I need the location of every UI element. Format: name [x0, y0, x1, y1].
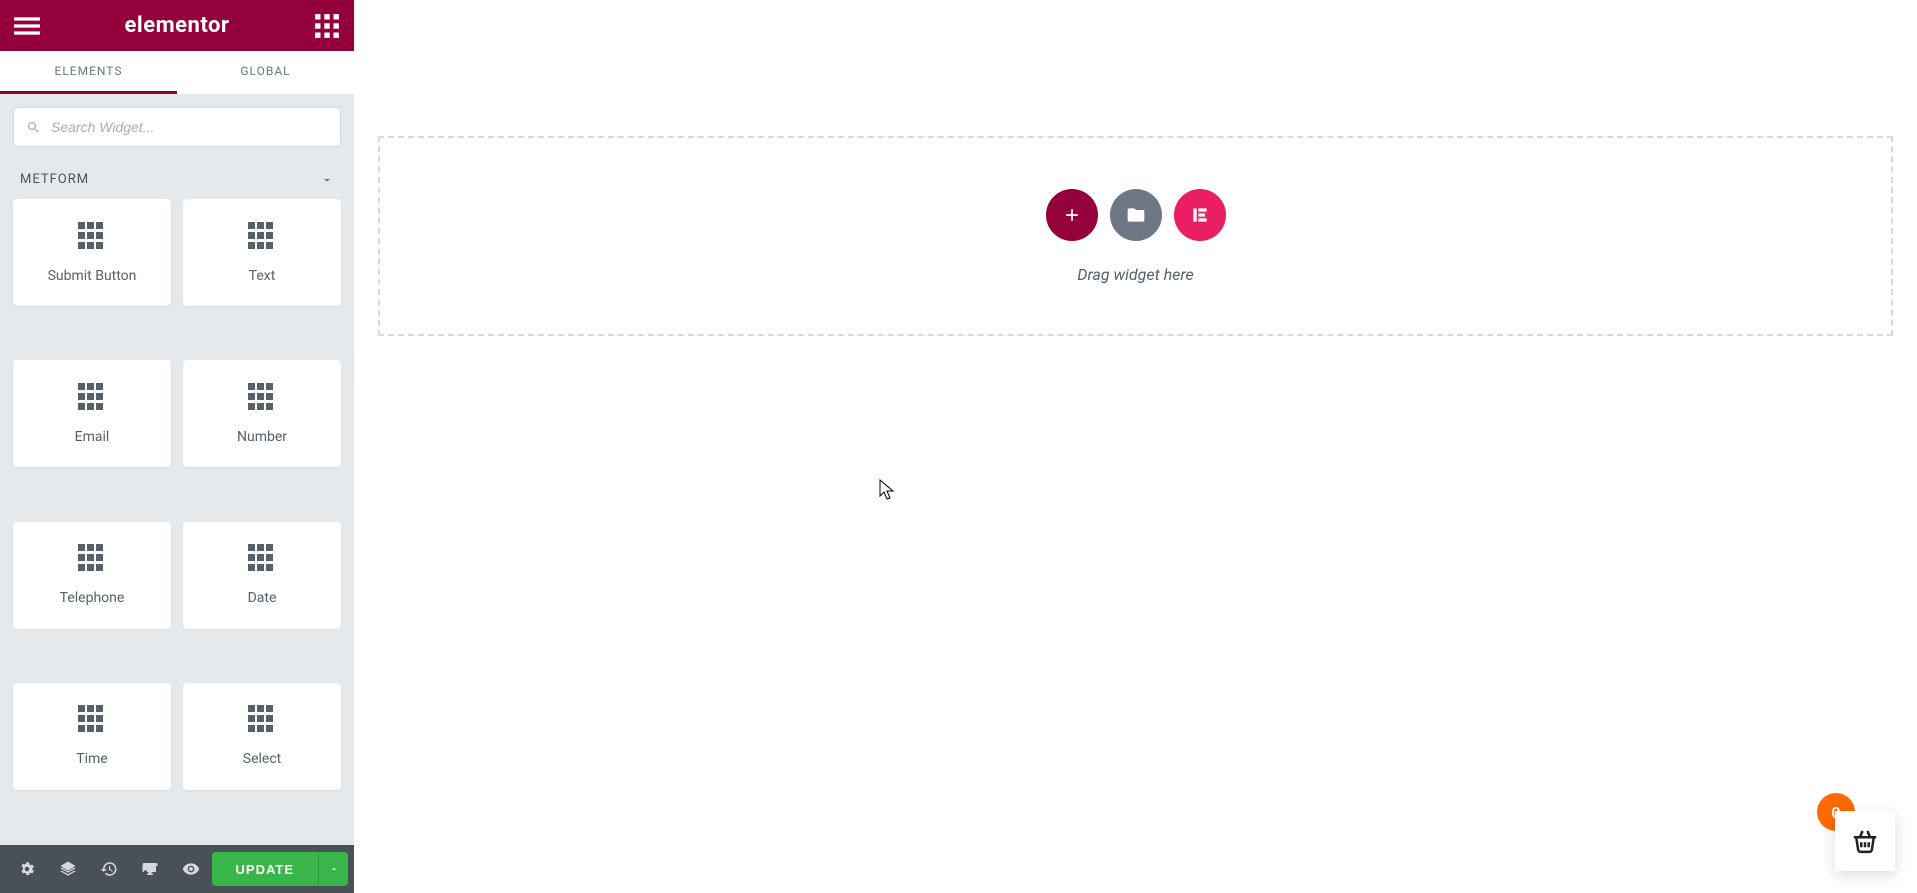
update-wrap: UPDATE — [212, 852, 348, 886]
grid-icon — [78, 705, 106, 733]
widget-label: Telephone — [60, 590, 125, 606]
responsive-icon — [141, 860, 159, 878]
editor-canvas: Drag widget here — [354, 0, 1917, 893]
widget-label: Time — [76, 751, 107, 767]
brand-logo: elementor — [125, 13, 230, 38]
add-section-button[interactable] — [1046, 189, 1098, 241]
widget-label: Select — [243, 751, 281, 767]
menu-icon[interactable] — [14, 13, 40, 39]
widget-date[interactable]: Date — [183, 522, 341, 629]
elementskit-icon — [1190, 205, 1210, 225]
drop-actions — [1046, 189, 1226, 241]
category-metform[interactable]: METFORM — [0, 160, 354, 199]
panel-footer: UPDATE — [0, 845, 354, 893]
eye-icon — [182, 860, 200, 878]
basket-icon — [1850, 826, 1880, 856]
drop-hint: Drag widget here — [1077, 265, 1193, 284]
preview-button[interactable] — [170, 845, 211, 893]
widget-label: Submit Button — [48, 268, 137, 284]
widget-text[interactable]: Text — [183, 199, 341, 306]
tab-global[interactable]: GLOBAL — [177, 51, 354, 94]
widget-label: Email — [75, 429, 110, 445]
editor-panel: elementor ELEMENTS GLOBAL METFORM Submit… — [0, 0, 354, 893]
caret-up-icon — [329, 864, 339, 874]
grid-icon — [248, 383, 276, 411]
folder-icon — [1126, 205, 1146, 225]
tab-elements[interactable]: ELEMENTS — [0, 51, 177, 94]
grid-icon — [248, 544, 276, 572]
gear-icon — [18, 860, 36, 878]
cart-button[interactable] — [1835, 811, 1895, 871]
widget-telephone[interactable]: Telephone — [13, 522, 171, 629]
widget-label: Text — [249, 268, 276, 284]
widget-label: Number — [237, 429, 287, 445]
plus-icon — [1062, 205, 1082, 225]
history-icon — [100, 860, 118, 878]
widgets-grid: Submit Button Text Email Number Telephon… — [0, 199, 354, 845]
widget-email[interactable]: Email — [13, 360, 171, 467]
grid-icon — [248, 705, 276, 733]
grid-icon — [78, 544, 106, 572]
panel-header: elementor — [0, 0, 354, 51]
search-icon — [26, 120, 41, 135]
template-library-button[interactable] — [1110, 189, 1162, 241]
panel-tabs: ELEMENTS GLOBAL — [0, 51, 354, 94]
widget-number[interactable]: Number — [183, 360, 341, 467]
search-box[interactable] — [13, 107, 341, 147]
grid-icon — [78, 383, 106, 411]
history-button[interactable] — [88, 845, 129, 893]
chevron-down-icon — [320, 173, 334, 187]
update-options-button[interactable] — [318, 852, 348, 886]
category-label: METFORM — [20, 172, 89, 187]
widget-select[interactable]: Select — [183, 683, 341, 790]
settings-button[interactable] — [6, 845, 47, 893]
drop-zone[interactable]: Drag widget here — [378, 136, 1893, 336]
update-button[interactable]: UPDATE — [212, 852, 318, 886]
widget-label: Date — [248, 590, 277, 606]
widget-time[interactable]: Time — [13, 683, 171, 790]
grid-icon — [78, 222, 106, 250]
responsive-button[interactable] — [129, 845, 170, 893]
grid-icon — [248, 222, 276, 250]
search-wrap — [0, 94, 354, 160]
layers-icon — [59, 860, 77, 878]
widgets-panel-icon[interactable] — [314, 13, 340, 39]
elementskit-button[interactable] — [1174, 189, 1226, 241]
widget-submit-button[interactable]: Submit Button — [13, 199, 171, 306]
navigator-button[interactable] — [47, 845, 88, 893]
search-input[interactable] — [51, 119, 328, 135]
